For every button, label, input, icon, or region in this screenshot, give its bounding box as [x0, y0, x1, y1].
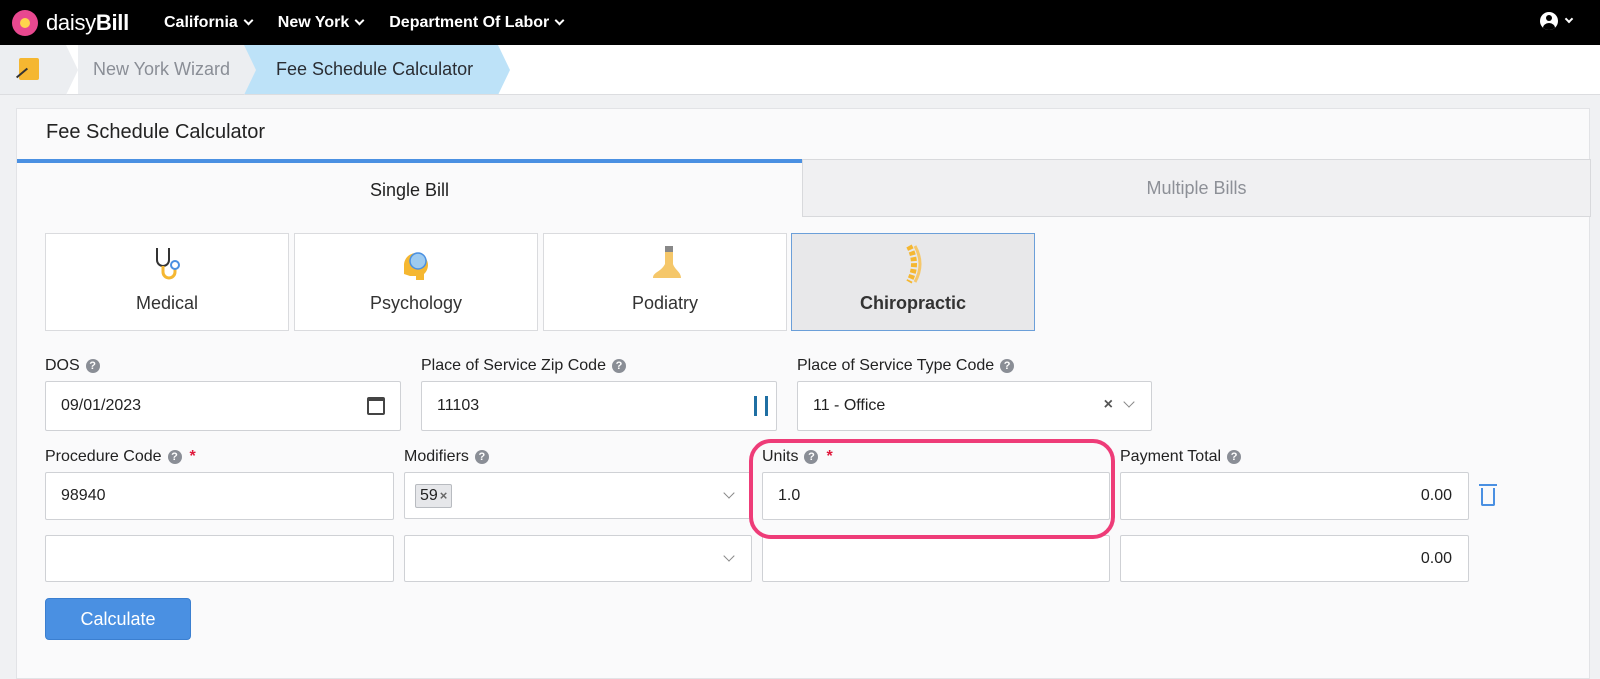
- units-label: Units? *: [762, 448, 833, 466]
- breadcrumb-separator: [498, 45, 510, 95]
- user-menu[interactable]: [1540, 12, 1574, 30]
- specialty-label-medical: Medical: [135, 293, 199, 313]
- procedure-code-label: Procedure Code? *: [45, 448, 196, 466]
- page-title: Fee Schedule Calculator: [46, 121, 266, 143]
- specialty-label-psychology: Psychology: [369, 293, 463, 313]
- notepad-icon: [19, 58, 39, 80]
- dos-label-text: DOS: [45, 357, 80, 374]
- breadcrumb-separator: [66, 45, 78, 95]
- stethoscope-icon: [156, 248, 180, 280]
- procedure-code-input[interactable]: 98940: [45, 472, 394, 520]
- procedure-code-input[interactable]: [45, 535, 394, 582]
- zip-code-label-text: Place of Service Zip Code: [421, 357, 606, 374]
- specialty-card-chiropractic[interactable]: Chiropractic: [791, 233, 1035, 331]
- dos-label: DOS?: [45, 357, 100, 375]
- remove-modifier-icon[interactable]: ×: [440, 488, 448, 503]
- zip-code-value: 11103: [437, 397, 480, 414]
- top-navbar: daisyBill California New York Department…: [0, 0, 1600, 45]
- help-icon[interactable]: ?: [474, 450, 489, 464]
- nav-department-of-labor-label: Department Of Labor: [389, 13, 550, 31]
- breadcrumb-new-york-wizard[interactable]: New York Wizard: [78, 45, 244, 94]
- calendar-icon[interactable]: [367, 397, 385, 415]
- help-icon[interactable]: ?: [804, 450, 819, 464]
- chevron-down-icon[interactable]: [723, 487, 735, 499]
- calculate-button[interactable]: Calculate: [45, 598, 191, 640]
- chevron-down-icon: [243, 15, 254, 26]
- brain-icon: [403, 252, 428, 280]
- nav-new-york[interactable]: New York: [277, 13, 365, 32]
- tab-bar: Single Bill Multiple Bills: [17, 159, 1591, 217]
- chevron-down-icon: [1564, 14, 1574, 24]
- payment-total-field: 0.00: [1120, 535, 1469, 582]
- modifier-tag: 59 ×: [415, 483, 453, 508]
- payment-total-label-text: Payment Total: [1120, 448, 1222, 465]
- nav-department-of-labor[interactable]: Department Of Labor: [389, 13, 565, 32]
- dos-input[interactable]: 09/01/2023: [45, 381, 401, 431]
- modifier-tag-label: 59: [420, 486, 438, 504]
- chevron-down-icon: [354, 15, 365, 26]
- modifiers-select[interactable]: [404, 535, 752, 582]
- breadcrumb-home[interactable]: [0, 45, 66, 94]
- zip-code-label: Place of Service Zip Code?: [421, 357, 626, 375]
- tab-single-bill[interactable]: Single Bill: [17, 159, 802, 217]
- user-icon: [1540, 12, 1558, 30]
- specialty-label-podiatry: Podiatry: [631, 293, 699, 313]
- help-icon[interactable]: ?: [611, 359, 626, 373]
- spine-icon: [906, 244, 922, 284]
- pos-type-label: Place of Service Type Code?: [797, 357, 1015, 375]
- help-icon[interactable]: ?: [1000, 359, 1015, 373]
- required-marker: *: [189, 448, 196, 465]
- dos-value: 09/01/2023: [61, 397, 142, 414]
- chevron-down-icon[interactable]: [1123, 396, 1135, 408]
- specialty-label-chiropractic: Chiropractic: [859, 293, 967, 313]
- required-marker: *: [826, 448, 833, 465]
- modifiers-select[interactable]: 59 ×: [404, 472, 752, 519]
- chevron-down-icon[interactable]: [723, 550, 735, 562]
- nav-california-label: California: [164, 13, 238, 31]
- help-icon[interactable]: ?: [1227, 450, 1242, 464]
- foot-icon: [653, 246, 681, 278]
- pos-type-label-text: Place of Service Type Code: [797, 357, 995, 374]
- payment-total-value: 0.00: [1420, 487, 1452, 504]
- payment-total-value: 0.00: [1420, 549, 1452, 567]
- units-input[interactable]: 1.0: [762, 472, 1110, 520]
- modifiers-label-text: Modifiers: [404, 448, 469, 465]
- specialty-card-psychology[interactable]: Psychology: [294, 233, 538, 331]
- zip-lookup-icon: [754, 396, 768, 416]
- payment-total-field: 0.00: [1120, 472, 1469, 520]
- breadcrumb-fee-schedule-calculator: Fee Schedule Calculator: [244, 45, 498, 95]
- chevron-down-icon: [554, 15, 565, 26]
- procedure-code-label-text: Procedure Code: [45, 448, 162, 465]
- pos-type-select[interactable]: 11 - Office ×: [797, 381, 1152, 431]
- zip-code-input[interactable]: 11103: [421, 381, 777, 431]
- clear-icon[interactable]: ×: [1104, 396, 1113, 414]
- specialty-card-podiatry[interactable]: Podiatry: [543, 233, 787, 331]
- help-icon[interactable]: ?: [167, 450, 182, 464]
- units-input[interactable]: [762, 535, 1110, 582]
- nav-california[interactable]: California: [164, 13, 254, 32]
- nav-new-york-label: New York: [277, 13, 350, 31]
- tab-multiple-bills[interactable]: Multiple Bills: [802, 159, 1591, 217]
- breadcrumb: New York Wizard Fee Schedule Calculator: [0, 45, 1600, 95]
- units-label-text: Units: [762, 448, 799, 465]
- payment-total-label: Payment Total?: [1120, 448, 1242, 466]
- specialty-card-medical[interactable]: Medical: [45, 233, 289, 331]
- pos-type-value: 11 - Office: [813, 397, 886, 414]
- modifiers-label: Modifiers?: [404, 448, 489, 466]
- logo-text: daisyBill: [46, 9, 129, 35]
- procedure-code-value: 98940: [61, 487, 106, 504]
- help-icon[interactable]: ?: [85, 359, 100, 373]
- daisy-flower-icon: [12, 9, 38, 36]
- trash-icon[interactable]: [1479, 484, 1497, 506]
- daisybill-logo[interactable]: daisyBill: [12, 9, 148, 36]
- units-value: 1.0: [778, 487, 801, 504]
